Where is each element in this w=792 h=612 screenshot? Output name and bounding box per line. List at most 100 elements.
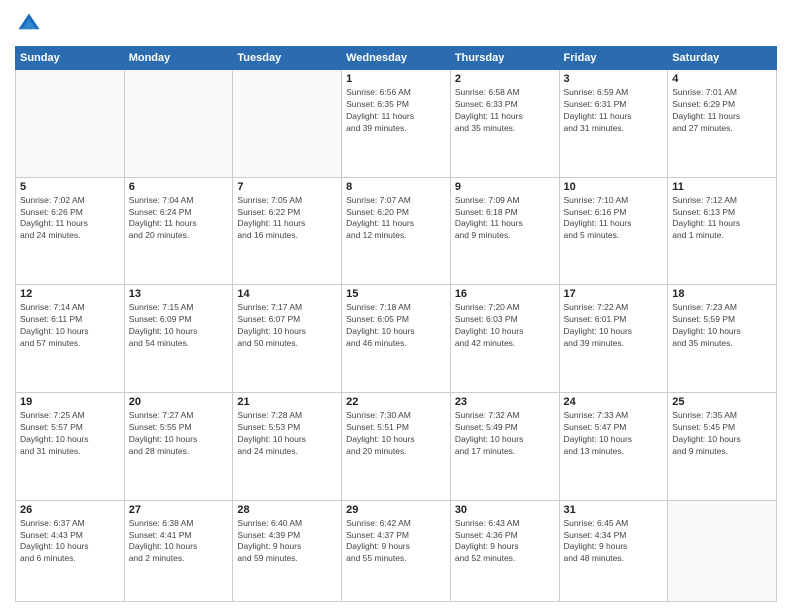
day-number: 11 (672, 181, 772, 193)
day-number: 31 (564, 504, 664, 516)
calendar-cell: 17 Sunrise: 7:22 AM Sunset: 6:01 PM Dayli… (559, 285, 668, 393)
calendar-cell (233, 70, 342, 178)
day-number: 12 (20, 288, 120, 300)
calendar-cell: 12 Sunrise: 7:14 AM Sunset: 6:11 PM Dayli… (16, 285, 125, 393)
day-number: 18 (672, 288, 772, 300)
day-info: Sunrise: 7:28 AM Sunset: 5:53 PM Dayligh… (237, 410, 337, 458)
day-number: 6 (129, 181, 229, 193)
day-number: 10 (564, 181, 664, 193)
day-number: 4 (672, 73, 772, 85)
logo (15, 10, 47, 38)
weekday-header-saturday: Saturday (668, 47, 777, 70)
day-info: Sunrise: 7:12 AM Sunset: 6:13 PM Dayligh… (672, 195, 772, 243)
calendar-cell: 18 Sunrise: 7:23 AM Sunset: 5:59 PM Dayli… (668, 285, 777, 393)
day-number: 26 (20, 504, 120, 516)
day-info: Sunrise: 7:35 AM Sunset: 5:45 PM Dayligh… (672, 410, 772, 458)
page: SundayMondayTuesdayWednesdayThursdayFrid… (0, 0, 792, 612)
day-info: Sunrise: 7:07 AM Sunset: 6:20 PM Dayligh… (346, 195, 446, 243)
weekday-header-thursday: Thursday (450, 47, 559, 70)
calendar-cell: 24 Sunrise: 7:33 AM Sunset: 5:47 PM Dayli… (559, 392, 668, 500)
calendar-cell: 8 Sunrise: 7:07 AM Sunset: 6:20 PM Daylig… (342, 177, 451, 285)
day-number: 30 (455, 504, 555, 516)
calendar-cell: 16 Sunrise: 7:20 AM Sunset: 6:03 PM Dayli… (450, 285, 559, 393)
day-info: Sunrise: 6:59 AM Sunset: 6:31 PM Dayligh… (564, 87, 664, 135)
day-info: Sunrise: 7:02 AM Sunset: 6:26 PM Dayligh… (20, 195, 120, 243)
day-number: 22 (346, 396, 446, 408)
day-info: Sunrise: 6:58 AM Sunset: 6:33 PM Dayligh… (455, 87, 555, 135)
day-number: 23 (455, 396, 555, 408)
day-info: Sunrise: 7:30 AM Sunset: 5:51 PM Dayligh… (346, 410, 446, 458)
calendar-cell: 19 Sunrise: 7:25 AM Sunset: 5:57 PM Dayli… (16, 392, 125, 500)
day-number: 19 (20, 396, 120, 408)
day-info: Sunrise: 7:05 AM Sunset: 6:22 PM Dayligh… (237, 195, 337, 243)
calendar-cell: 25 Sunrise: 7:35 AM Sunset: 5:45 PM Dayli… (668, 392, 777, 500)
calendar-cell: 4Sunrise: 7:01 AM Sunset: 6:29 PM Daylig… (668, 70, 777, 178)
day-number: 29 (346, 504, 446, 516)
day-number: 2 (455, 73, 555, 85)
day-info: Sunrise: 7:22 AM Sunset: 6:01 PM Dayligh… (564, 302, 664, 350)
day-info: Sunrise: 7:23 AM Sunset: 5:59 PM Dayligh… (672, 302, 772, 350)
weekday-header-tuesday: Tuesday (233, 47, 342, 70)
calendar-cell: 21Sunrise: 7:28 AM Sunset: 5:53 PM Dayli… (233, 392, 342, 500)
day-number: 28 (237, 504, 337, 516)
calendar-cell: 27 Sunrise: 6:38 AM Sunset: 4:41 PM Dayli… (124, 500, 233, 601)
day-info: Sunrise: 6:45 AM Sunset: 4:34 PM Dayligh… (564, 518, 664, 566)
day-info: Sunrise: 6:38 AM Sunset: 4:41 PM Dayligh… (129, 518, 229, 566)
calendar-week-4: 19 Sunrise: 7:25 AM Sunset: 5:57 PM Dayli… (16, 392, 777, 500)
calendar-cell (16, 70, 125, 178)
calendar-cell: 10 Sunrise: 7:10 AM Sunset: 6:16 PM Dayli… (559, 177, 668, 285)
calendar-cell: 29 Sunrise: 6:42 AM Sunset: 4:37 PM Dayli… (342, 500, 451, 601)
day-info: Sunrise: 7:33 AM Sunset: 5:47 PM Dayligh… (564, 410, 664, 458)
calendar-cell: 23 Sunrise: 7:32 AM Sunset: 5:49 PM Dayli… (450, 392, 559, 500)
day-info: Sunrise: 7:09 AM Sunset: 6:18 PM Dayligh… (455, 195, 555, 243)
calendar-cell: 1 Sunrise: 6:56 AM Sunset: 6:35 PM Daylig… (342, 70, 451, 178)
calendar-cell: 22 Sunrise: 7:30 AM Sunset: 5:51 PM Dayli… (342, 392, 451, 500)
calendar-week-1: 1 Sunrise: 6:56 AM Sunset: 6:35 PM Daylig… (16, 70, 777, 178)
calendar-cell: 3 Sunrise: 6:59 AM Sunset: 6:31 PM Daylig… (559, 70, 668, 178)
day-info: Sunrise: 6:43 AM Sunset: 4:36 PM Dayligh… (455, 518, 555, 566)
day-number: 5 (20, 181, 120, 193)
calendar-cell: 13Sunrise: 7:15 AM Sunset: 6:09 PM Dayli… (124, 285, 233, 393)
day-number: 1 (346, 73, 446, 85)
day-info: Sunrise: 7:10 AM Sunset: 6:16 PM Dayligh… (564, 195, 664, 243)
calendar-cell: 20 Sunrise: 7:27 AM Sunset: 5:55 PM Dayli… (124, 392, 233, 500)
day-number: 3 (564, 73, 664, 85)
calendar-cell: 28 Sunrise: 6:40 AM Sunset: 4:39 PM Dayli… (233, 500, 342, 601)
day-number: 25 (672, 396, 772, 408)
day-info: Sunrise: 7:20 AM Sunset: 6:03 PM Dayligh… (455, 302, 555, 350)
day-number: 9 (455, 181, 555, 193)
day-info: Sunrise: 7:17 AM Sunset: 6:07 PM Dayligh… (237, 302, 337, 350)
header (15, 10, 777, 38)
day-info: Sunrise: 6:42 AM Sunset: 4:37 PM Dayligh… (346, 518, 446, 566)
weekday-header-friday: Friday (559, 47, 668, 70)
day-info: Sunrise: 6:56 AM Sunset: 6:35 PM Dayligh… (346, 87, 446, 135)
calendar-week-3: 12 Sunrise: 7:14 AM Sunset: 6:11 PM Dayli… (16, 285, 777, 393)
day-number: 20 (129, 396, 229, 408)
calendar-cell: 5 Sunrise: 7:02 AM Sunset: 6:26 PM Daylig… (16, 177, 125, 285)
calendar-cell: 15Sunrise: 7:18 AM Sunset: 6:05 PM Dayli… (342, 285, 451, 393)
day-info: Sunrise: 7:25 AM Sunset: 5:57 PM Dayligh… (20, 410, 120, 458)
day-number: 24 (564, 396, 664, 408)
day-number: 8 (346, 181, 446, 193)
calendar-cell (124, 70, 233, 178)
day-info: Sunrise: 6:40 AM Sunset: 4:39 PM Dayligh… (237, 518, 337, 566)
calendar-cell: 6 Sunrise: 7:04 AM Sunset: 6:24 PM Daylig… (124, 177, 233, 285)
day-number: 13 (129, 288, 229, 300)
day-number: 14 (237, 288, 337, 300)
day-info: Sunrise: 7:04 AM Sunset: 6:24 PM Dayligh… (129, 195, 229, 243)
day-number: 27 (129, 504, 229, 516)
day-number: 17 (564, 288, 664, 300)
day-info: Sunrise: 6:37 AM Sunset: 4:43 PM Dayligh… (20, 518, 120, 566)
day-info: Sunrise: 7:27 AM Sunset: 5:55 PM Dayligh… (129, 410, 229, 458)
weekday-header-row: SundayMondayTuesdayWednesdayThursdayFrid… (16, 47, 777, 70)
calendar-cell: 30 Sunrise: 6:43 AM Sunset: 4:36 PM Dayli… (450, 500, 559, 601)
calendar-cell (668, 500, 777, 601)
day-info: Sunrise: 7:32 AM Sunset: 5:49 PM Dayligh… (455, 410, 555, 458)
calendar-cell: 31 Sunrise: 6:45 AM Sunset: 4:34 PM Dayli… (559, 500, 668, 601)
day-info: Sunrise: 7:14 AM Sunset: 6:11 PM Dayligh… (20, 302, 120, 350)
calendar-week-5: 26 Sunrise: 6:37 AM Sunset: 4:43 PM Dayli… (16, 500, 777, 601)
day-info: Sunrise: 7:18 AM Sunset: 6:05 PM Dayligh… (346, 302, 446, 350)
calendar-cell: 11 Sunrise: 7:12 AM Sunset: 6:13 PM Dayli… (668, 177, 777, 285)
calendar-table: SundayMondayTuesdayWednesdayThursdayFrid… (15, 46, 777, 602)
day-number: 16 (455, 288, 555, 300)
